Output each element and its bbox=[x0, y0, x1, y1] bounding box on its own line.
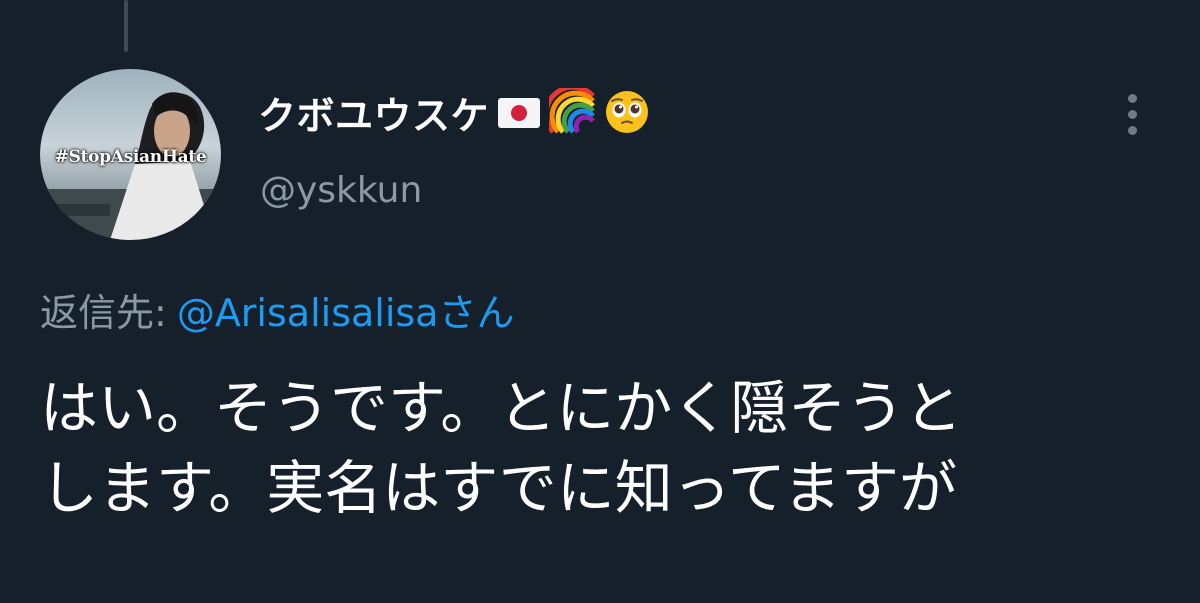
avatar-badge-text: #StopAsianHate bbox=[54, 147, 207, 167]
display-name[interactable]: クボユウスケ bbox=[258, 84, 651, 140]
tweet-text: はい。そうです。とにかく隠そうと します。実名はすでに知ってますが bbox=[40, 368, 1180, 528]
tweet-text-line: します。実名はすでに知ってますが bbox=[40, 454, 957, 522]
reply-prefix: 返信先: bbox=[40, 291, 167, 335]
reply-mention-link[interactable]: @Arisalisalisaさん bbox=[177, 291, 515, 335]
pleading-face-icon bbox=[606, 91, 649, 133]
user-handle[interactable]: @yskkun bbox=[260, 170, 422, 211]
avatar[interactable]: #StopAsianHate bbox=[40, 69, 221, 240]
thread-connector-line bbox=[124, 0, 128, 52]
display-name-text: クボユウスケ bbox=[258, 93, 490, 138]
reply-context: 返信先: @Arisalisalisaさん bbox=[40, 282, 514, 337]
more-options-icon[interactable] bbox=[1118, 90, 1148, 138]
japan-flag-icon bbox=[498, 98, 541, 128]
rainbow-icon bbox=[549, 88, 596, 134]
tweet-text-line: はい。そうです。とにかく隠そうと bbox=[40, 374, 963, 442]
